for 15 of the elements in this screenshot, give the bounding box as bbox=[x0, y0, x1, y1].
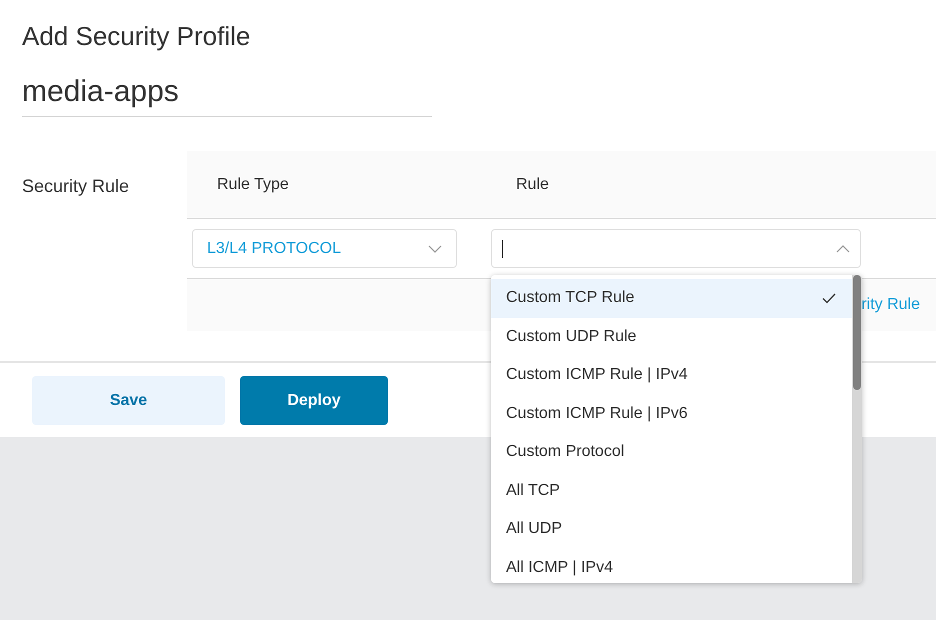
section-label: Security Rule bbox=[22, 176, 130, 196]
deploy-button[interactable]: Deploy bbox=[240, 376, 388, 425]
dropdown-option[interactable]: Custom UDP Rule bbox=[491, 318, 852, 356]
text-cursor-icon bbox=[502, 240, 503, 258]
rule-input[interactable] bbox=[491, 229, 861, 268]
scrollbar[interactable] bbox=[852, 275, 862, 583]
column-header: Rule Type bbox=[217, 174, 290, 194]
dropdown-option[interactable]: Custom TCP Rule bbox=[491, 279, 852, 318]
chevron-down-icon bbox=[428, 244, 442, 252]
checkmark-icon bbox=[822, 292, 836, 304]
column-header: Rule bbox=[516, 174, 549, 194]
save-button[interactable]: Save bbox=[32, 376, 225, 425]
profile-name-field[interactable]: media-apps bbox=[22, 74, 432, 117]
dropdown-option[interactable]: All ICMP | IPv4 bbox=[491, 548, 852, 583]
page-title: Add Security Profile bbox=[22, 20, 252, 52]
